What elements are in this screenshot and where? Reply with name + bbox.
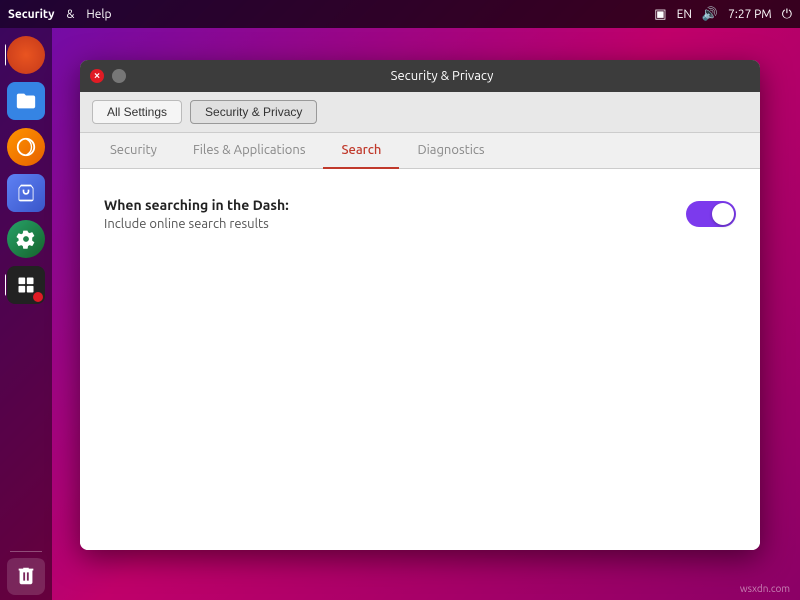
window-close-button[interactable]: ×: [90, 69, 104, 83]
breadcrumb-security-privacy[interactable]: Security & Privacy: [190, 100, 317, 124]
tab-bar: Security Files & Applications Search Dia…: [80, 133, 760, 169]
setting-label-group: When searching in the Dash: Include onli…: [104, 197, 289, 231]
menu-bar-right: ▣ EN 🔊 7:27 PM ⏻: [654, 7, 792, 22]
volume-icon: 🔊: [702, 7, 718, 22]
window-minimize-button[interactable]: [112, 69, 126, 83]
menu-separator: &: [67, 8, 75, 21]
tab-files-applications[interactable]: Files & Applications: [175, 133, 324, 169]
tab-diagnostics[interactable]: Diagnostics: [399, 133, 502, 169]
ubuntu-icon: [7, 36, 45, 74]
dock-item-security[interactable]: [5, 264, 47, 306]
dock-item-files[interactable]: [5, 80, 47, 122]
window-title: Security & Privacy: [134, 69, 750, 83]
search-setting-row: When searching in the Dash: Include onli…: [104, 197, 736, 231]
content-area: When searching in the Dash: Include onli…: [80, 169, 760, 550]
online-search-toggle[interactable]: [686, 201, 736, 227]
power-icon[interactable]: ⏻: [782, 7, 792, 22]
dock-item-ubuntu[interactable]: [5, 34, 47, 76]
settings-icon: [7, 220, 45, 258]
dock-item-firefox[interactable]: [5, 126, 47, 168]
app-menu-security[interactable]: Security: [8, 8, 55, 21]
security-icon: [7, 266, 45, 304]
main-window: × Security & Privacy All Settings Securi…: [80, 60, 760, 550]
language-indicator[interactable]: EN: [677, 8, 692, 21]
tab-security[interactable]: Security: [92, 133, 175, 169]
breadcrumb-row: All Settings Security & Privacy: [80, 92, 760, 133]
files-icon: [7, 82, 45, 120]
dock-item-settings[interactable]: [5, 218, 47, 260]
section-title: When searching in the Dash:: [104, 197, 289, 213]
dock-separator: [10, 551, 42, 552]
window-titlebar: × Security & Privacy: [80, 60, 760, 92]
menu-bar-left: Security & Help: [8, 8, 112, 21]
firefox-icon: [7, 128, 45, 166]
toggle-knob: [712, 203, 734, 225]
menu-bar: Security & Help ▣ EN 🔊 7:27 PM ⏻: [0, 0, 800, 28]
tab-search[interactable]: Search: [323, 133, 399, 169]
dock-item-trash[interactable]: [5, 558, 47, 600]
breadcrumb-all-settings[interactable]: All Settings: [92, 100, 182, 124]
security-badge: [33, 292, 43, 302]
setting-subtitle: Include online search results: [104, 217, 289, 231]
display-icon: ▣: [654, 7, 666, 22]
dock: [0, 28, 52, 600]
trash-icon: [7, 558, 45, 595]
clock: 7:27 PM: [728, 8, 772, 21]
software-icon: [7, 174, 45, 212]
app-menu-help[interactable]: Help: [86, 8, 111, 21]
dock-item-software[interactable]: [5, 172, 47, 214]
watermark: wsxdn.com: [740, 583, 790, 594]
